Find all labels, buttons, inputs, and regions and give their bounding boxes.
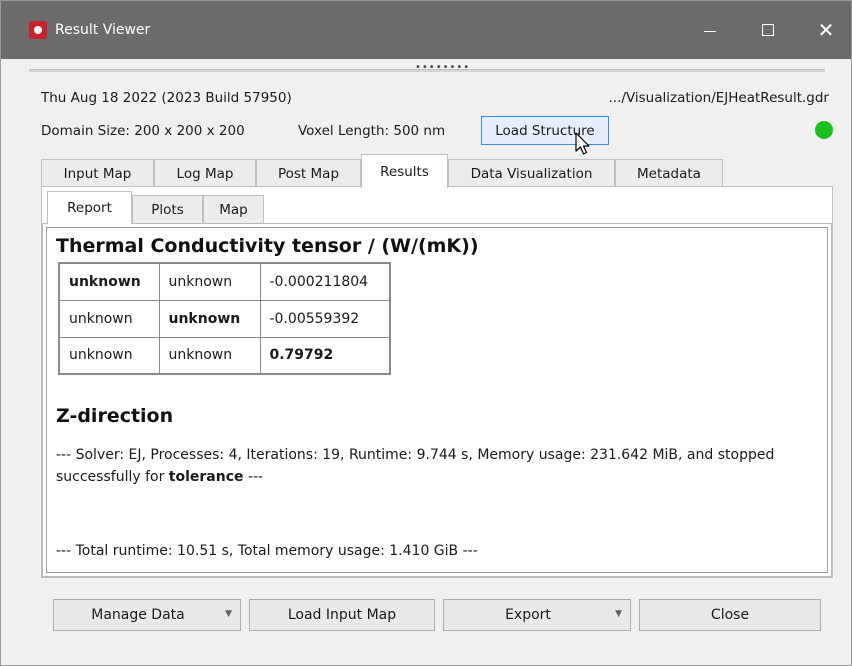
window-close-button[interactable]: ✕ — [803, 1, 849, 59]
dropdown-arrow-icon[interactable]: ▼ — [225, 609, 232, 619]
dropdown-arrow-icon[interactable]: ▼ — [615, 609, 622, 619]
tab-post-map[interactable]: Post Map — [256, 159, 361, 187]
window-title: Result Viewer — [55, 22, 151, 38]
results-tab-pane: Report Plots Map Thermal Conductivity te… — [41, 186, 833, 578]
minimize-button[interactable] — [687, 1, 733, 59]
result-file-path: .../Visualization/EJHeatResult.gdr — [608, 90, 829, 106]
subtab-plots[interactable]: Plots — [132, 195, 203, 223]
title-bar[interactable]: Result Viewer ✕ — [1, 1, 851, 59]
splitter-handle[interactable]: •••••••• — [29, 61, 825, 79]
mouse-pointer-icon — [575, 132, 590, 155]
tensor-cell: -0.000211804 — [259, 262, 391, 301]
solver-summary-end: --- — [243, 469, 264, 485]
tab-data-visualization[interactable]: Data Visualization — [448, 159, 615, 187]
maximize-button[interactable] — [745, 1, 791, 59]
tab-metadata[interactable]: Metadata — [615, 159, 723, 187]
minimize-icon — [704, 30, 716, 32]
tensor-cell: -0.00559392 — [259, 299, 391, 338]
stop-criterion: tolerance — [168, 469, 244, 485]
conductivity-tensor-table: unknown unknown -0.000211804 unknown unk… — [58, 262, 391, 375]
direction-title: Z-direction — [56, 405, 174, 427]
table-row: unknown unknown 0.79792 — [58, 336, 391, 375]
maximize-icon — [762, 24, 774, 36]
voxel-length-label: Voxel Length: 500 nm — [298, 123, 446, 139]
load-input-map-button[interactable]: Load Input Map — [249, 599, 435, 631]
report-content[interactable]: Thermal Conductivity tensor / (W/(mK)) u… — [46, 227, 828, 573]
solver-summary: --- Solver: EJ, Processes: 4, Iterations… — [56, 444, 821, 488]
subtab-report[interactable]: Report — [47, 191, 132, 224]
build-date-label: Thu Aug 18 2022 (2023 Build 57950) — [41, 90, 292, 106]
close-button[interactable]: Close — [639, 599, 821, 631]
app-logo-icon — [29, 21, 47, 39]
total-summary: --- Total runtime: 10.51 s, Total memory… — [56, 543, 478, 559]
tensor-cell: unknown — [58, 336, 160, 375]
grip-dots-icon: •••••••• — [415, 62, 471, 73]
tab-log-map[interactable]: Log Map — [154, 159, 256, 187]
tensor-cell: 0.79792 — [259, 336, 391, 375]
tensor-cell: unknown — [158, 299, 261, 338]
report-panel: Thermal Conductivity tensor / (W/(mK)) u… — [42, 223, 832, 577]
status-indicator — [815, 121, 833, 139]
tensor-cell: unknown — [158, 336, 261, 375]
tensor-title: Thermal Conductivity tensor / (W/(mK)) — [56, 235, 479, 257]
tensor-cell: unknown — [58, 299, 160, 338]
solver-summary-text: --- Solver: EJ, Processes: 4, Iterations… — [56, 447, 775, 485]
subtab-map[interactable]: Map — [203, 195, 264, 223]
export-button[interactable]: Export ▼ — [443, 599, 631, 631]
close-icon: ✕ — [817, 18, 835, 42]
table-row: unknown unknown -0.00559392 — [58, 299, 391, 338]
tab-results[interactable]: Results — [361, 154, 448, 188]
result-viewer-window: Result Viewer ✕ •••••••• Thu Aug 18 2022… — [0, 0, 852, 666]
export-label: Export — [505, 607, 551, 623]
manage-data-button[interactable]: Manage Data ▼ — [53, 599, 241, 631]
tab-input-map[interactable]: Input Map — [41, 159, 154, 187]
manage-data-label: Manage Data — [91, 607, 185, 623]
table-row: unknown unknown -0.000211804 — [58, 262, 391, 301]
tensor-cell: unknown — [58, 262, 160, 301]
domain-size-label: Domain Size: 200 x 200 x 200 — [41, 123, 245, 139]
tensor-cell: unknown — [158, 262, 261, 301]
